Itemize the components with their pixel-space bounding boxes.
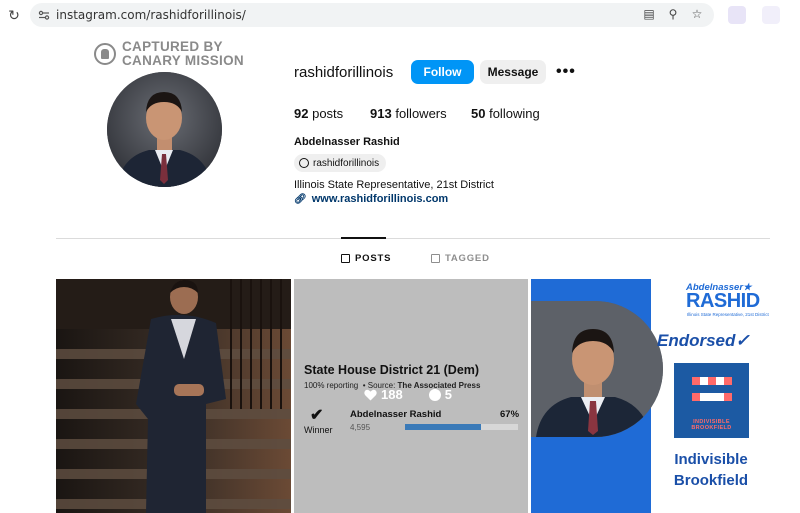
vote-share-bar-fill xyxy=(405,424,481,430)
endorsed-label: Endorsed✓ xyxy=(657,331,750,351)
following-count: 50 xyxy=(471,106,486,121)
canary-mission-watermark: CAPTURED BY CANARY MISSION xyxy=(94,40,244,68)
reload-icon[interactable]: ↻ xyxy=(6,7,22,23)
canary-logo-icon xyxy=(94,43,116,65)
indivisible-logo-text: INDIVISIBLE BROOKFIELD xyxy=(691,419,732,431)
endorsement-subtitle: Illinois State Representative, 21st Dist… xyxy=(687,312,769,317)
results-title: State House District 21 (Dem) xyxy=(304,363,480,377)
watermark-line1: CAPTURED BY xyxy=(122,39,223,54)
grid-icon xyxy=(341,254,350,263)
address-bar[interactable]: instagram.com/rashidforillinois/ ▤ ⚲ ☆ xyxy=(30,3,714,27)
website-link[interactable]: 🔗︎ www.rashidforillinois.com xyxy=(294,193,448,205)
profile-icon[interactable] xyxy=(762,6,780,24)
indivisible-logo: INDIVISIBLE BROOKFIELD xyxy=(674,363,749,438)
profile-divider xyxy=(56,238,770,239)
site-settings-icon[interactable] xyxy=(38,9,50,21)
tab-posts[interactable]: POSTS xyxy=(341,253,391,264)
tagged-icon xyxy=(431,254,440,263)
tab-tagged[interactable]: TAGGED xyxy=(431,253,490,264)
heart-icon xyxy=(364,389,377,400)
threads-handle: rashidforillinois xyxy=(313,157,380,169)
post-thumbnail-3[interactable]: Abdelnasser★ RASHID Illinois State Repre… xyxy=(531,279,770,513)
active-tab-indicator xyxy=(341,237,386,239)
checkmark-icon: ✓ xyxy=(735,331,750,350)
winner-label: Winner xyxy=(304,425,333,435)
post-likes: 188 xyxy=(364,387,403,402)
indivisible-title: Indivisible Brookfield xyxy=(655,449,767,491)
link-icon: 🔗︎ xyxy=(294,193,307,205)
comments-count: 5 xyxy=(444,387,452,402)
post-thumbnail-1[interactable] xyxy=(56,279,291,513)
post-comments: 5 xyxy=(428,387,452,402)
indivisible-line1: Indivisible xyxy=(674,451,748,468)
tab-tagged-label: TAGGED xyxy=(445,253,490,264)
follow-button[interactable]: Follow xyxy=(411,60,474,84)
watermark-line2: CANARY MISSION xyxy=(122,53,244,68)
post-thumbnail-2[interactable]: State House District 21 (Dem) 100% repor… xyxy=(294,279,528,513)
profile-full-name: Abdelnasser Rashid xyxy=(294,136,400,148)
browser-toolbar: ↻ instagram.com/rashidforillinois/ ▤ ⚲ ☆ xyxy=(0,0,800,30)
followers-stat[interactable]: 913 followers xyxy=(370,106,447,121)
likes-count: 188 xyxy=(381,387,403,402)
extension-icon[interactable] xyxy=(728,6,746,24)
candidate-percent: 67% xyxy=(500,409,520,420)
more-options-icon[interactable]: ••• xyxy=(556,63,576,81)
bookmark-star-icon[interactable]: ☆ xyxy=(690,7,704,21)
threads-icon xyxy=(299,158,309,168)
indivisible-logo-mark xyxy=(692,377,732,401)
posts-count: 92 xyxy=(294,106,309,121)
candidate-votes: 4,595 xyxy=(350,423,371,432)
zoom-icon[interactable]: ⚲ xyxy=(666,7,680,21)
candidate-name: Abdelnasser Rashid xyxy=(350,409,442,420)
tab-posts-label: POSTS xyxy=(355,253,392,264)
followers-count: 913 xyxy=(370,106,392,121)
profile-bio: Illinois State Representative, 21st Dist… xyxy=(294,179,494,191)
following-stat-label: following xyxy=(489,106,540,121)
install-app-icon[interactable]: ▤ xyxy=(642,7,656,21)
indivisible-line2: Brookfield xyxy=(673,472,749,489)
posts-stat: 92 posts xyxy=(294,106,343,121)
endorsed-text: Endorsed xyxy=(657,331,736,350)
followers-stat-label: followers xyxy=(395,106,447,121)
profile-avatar[interactable] xyxy=(107,72,222,187)
post-stats-overlay: 188 5 xyxy=(364,387,452,402)
threads-badge[interactable]: rashidforillinois xyxy=(294,154,387,172)
vote-share-bar xyxy=(405,424,518,430)
comment-icon xyxy=(428,388,441,401)
posts-stat-label: posts xyxy=(312,106,344,121)
endorsement-photo xyxy=(531,301,663,437)
url-text[interactable]: instagram.com/rashidforillinois/ xyxy=(56,8,246,22)
check-icon: ✔ xyxy=(310,407,324,424)
website-url[interactable]: www.rashidforillinois.com xyxy=(312,193,449,205)
profile-username: rashidforillinois xyxy=(294,64,394,81)
following-stat[interactable]: 50 following xyxy=(471,106,540,121)
message-button[interactable]: Message xyxy=(480,60,546,84)
endorsement-last-name: RASHID xyxy=(686,290,760,312)
results-reporting: 100% reporting xyxy=(304,381,359,390)
